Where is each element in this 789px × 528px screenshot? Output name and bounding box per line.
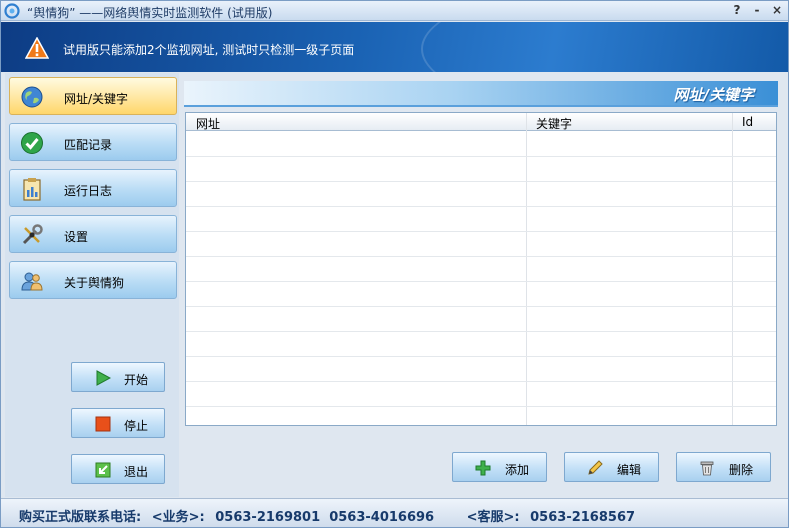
- panel-header: 网址/关键字: [184, 81, 778, 107]
- row-gridline: [186, 406, 776, 407]
- purchase-label: 购买正式版联系电话:: [19, 510, 142, 525]
- column-header-keyword[interactable]: 关键字: [536, 115, 572, 132]
- sales-phones: 0563-2169801 0563-4016696: [215, 510, 435, 525]
- nav-label: 关于舆情狗: [64, 276, 125, 290]
- main-panel: 网址/关键字 网址 关键字 Id 添加 编辑 删除: [184, 81, 778, 482]
- exit-label: 退出: [124, 465, 149, 479]
- nav-label: 设置: [64, 230, 89, 244]
- column-header-id[interactable]: Id: [742, 115, 753, 129]
- nav-item-url-keyword[interactable]: 网址/关键字: [9, 77, 177, 115]
- stop-button[interactable]: 停止: [71, 408, 165, 438]
- app-window: “舆情狗” ——网络舆情实时监测软件 (试用版) ? - × 试用版只能添加2个…: [0, 0, 789, 528]
- column-divider[interactable]: [526, 113, 527, 425]
- play-icon: [96, 370, 111, 386]
- row-gridline: [186, 206, 776, 207]
- edit-label: 编辑: [617, 463, 642, 477]
- support-phone: 0563-2168567: [530, 510, 636, 525]
- row-gridline: [186, 156, 776, 157]
- stop-icon: [95, 416, 111, 432]
- row-gridline: [186, 181, 776, 182]
- pencil-icon: [588, 460, 603, 475]
- exit-button[interactable]: 退出: [71, 454, 165, 484]
- nav-item-settings[interactable]: 设置: [9, 215, 177, 253]
- trial-notice: 试用版只能添加2个监视网址, 测试时只检测一级子页面: [63, 43, 355, 57]
- add-button[interactable]: 添加: [452, 452, 547, 482]
- close-button[interactable]: ×: [767, 2, 787, 19]
- tools-icon: [22, 224, 43, 245]
- row-gridline: [186, 231, 776, 232]
- nav-label: 网址/关键字: [64, 92, 129, 106]
- delete-button[interactable]: 删除: [676, 452, 771, 482]
- delete-label: 删除: [729, 463, 754, 477]
- row-gridline: [186, 356, 776, 357]
- start-label: 开始: [124, 373, 149, 387]
- exit-arrow-icon: [95, 462, 111, 478]
- row-gridline: [186, 281, 776, 282]
- nav-item-about[interactable]: 关于舆情狗: [9, 261, 177, 299]
- table-header: 网址 关键字 Id: [186, 113, 776, 131]
- row-gridline: [186, 331, 776, 332]
- contact-footer: 购买正式版联系电话: <业务>: 0563-2169801 0563-40166…: [1, 498, 788, 527]
- edit-button[interactable]: 编辑: [564, 452, 659, 482]
- nav-label: 匹配记录: [64, 138, 113, 152]
- row-gridline: [186, 306, 776, 307]
- window-title: “舆情狗” ——网络舆情实时监测软件 (试用版): [27, 6, 273, 20]
- app-logo-icon: [4, 3, 20, 19]
- panel-title: 网址/关键字: [673, 86, 754, 104]
- globe-icon: [21, 86, 43, 108]
- help-button[interactable]: ?: [727, 2, 747, 19]
- notice-banner: 试用版只能添加2个监视网址, 测试时只检测一级子页面: [1, 22, 788, 72]
- nav-label: 运行日志: [64, 184, 113, 198]
- users-icon: [21, 272, 43, 291]
- sales-label: <业务>:: [151, 510, 205, 525]
- stop-label: 停止: [124, 419, 149, 433]
- warning-icon: [25, 37, 49, 59]
- nav-item-match-records[interactable]: 匹配记录: [9, 123, 177, 161]
- contact-info: 购买正式版联系电话: <业务>: 0563-2169801 0563-40166…: [19, 506, 641, 525]
- support-label: <客服>:: [466, 510, 520, 525]
- sidebar: 网址/关键字 匹配记录 运行日志 设置 关于舆情狗 开始 停止 退出: [5, 73, 179, 497]
- nav-item-run-log[interactable]: 运行日志: [9, 169, 177, 207]
- clipboard-icon: [23, 178, 41, 201]
- add-label: 添加: [505, 463, 530, 477]
- trash-icon: [700, 461, 714, 476]
- minimize-button[interactable]: -: [747, 2, 767, 19]
- url-keyword-table[interactable]: 网址 关键字 Id: [185, 112, 777, 426]
- column-divider[interactable]: [732, 113, 733, 425]
- row-gridline: [186, 256, 776, 257]
- title-bar[interactable]: “舆情狗” ——网络舆情实时监测软件 (试用版) ? - ×: [1, 1, 788, 21]
- plus-icon: [475, 460, 491, 476]
- row-gridline: [186, 381, 776, 382]
- column-header-url[interactable]: 网址: [196, 115, 220, 132]
- check-icon: [21, 132, 43, 154]
- start-button[interactable]: 开始: [71, 362, 165, 392]
